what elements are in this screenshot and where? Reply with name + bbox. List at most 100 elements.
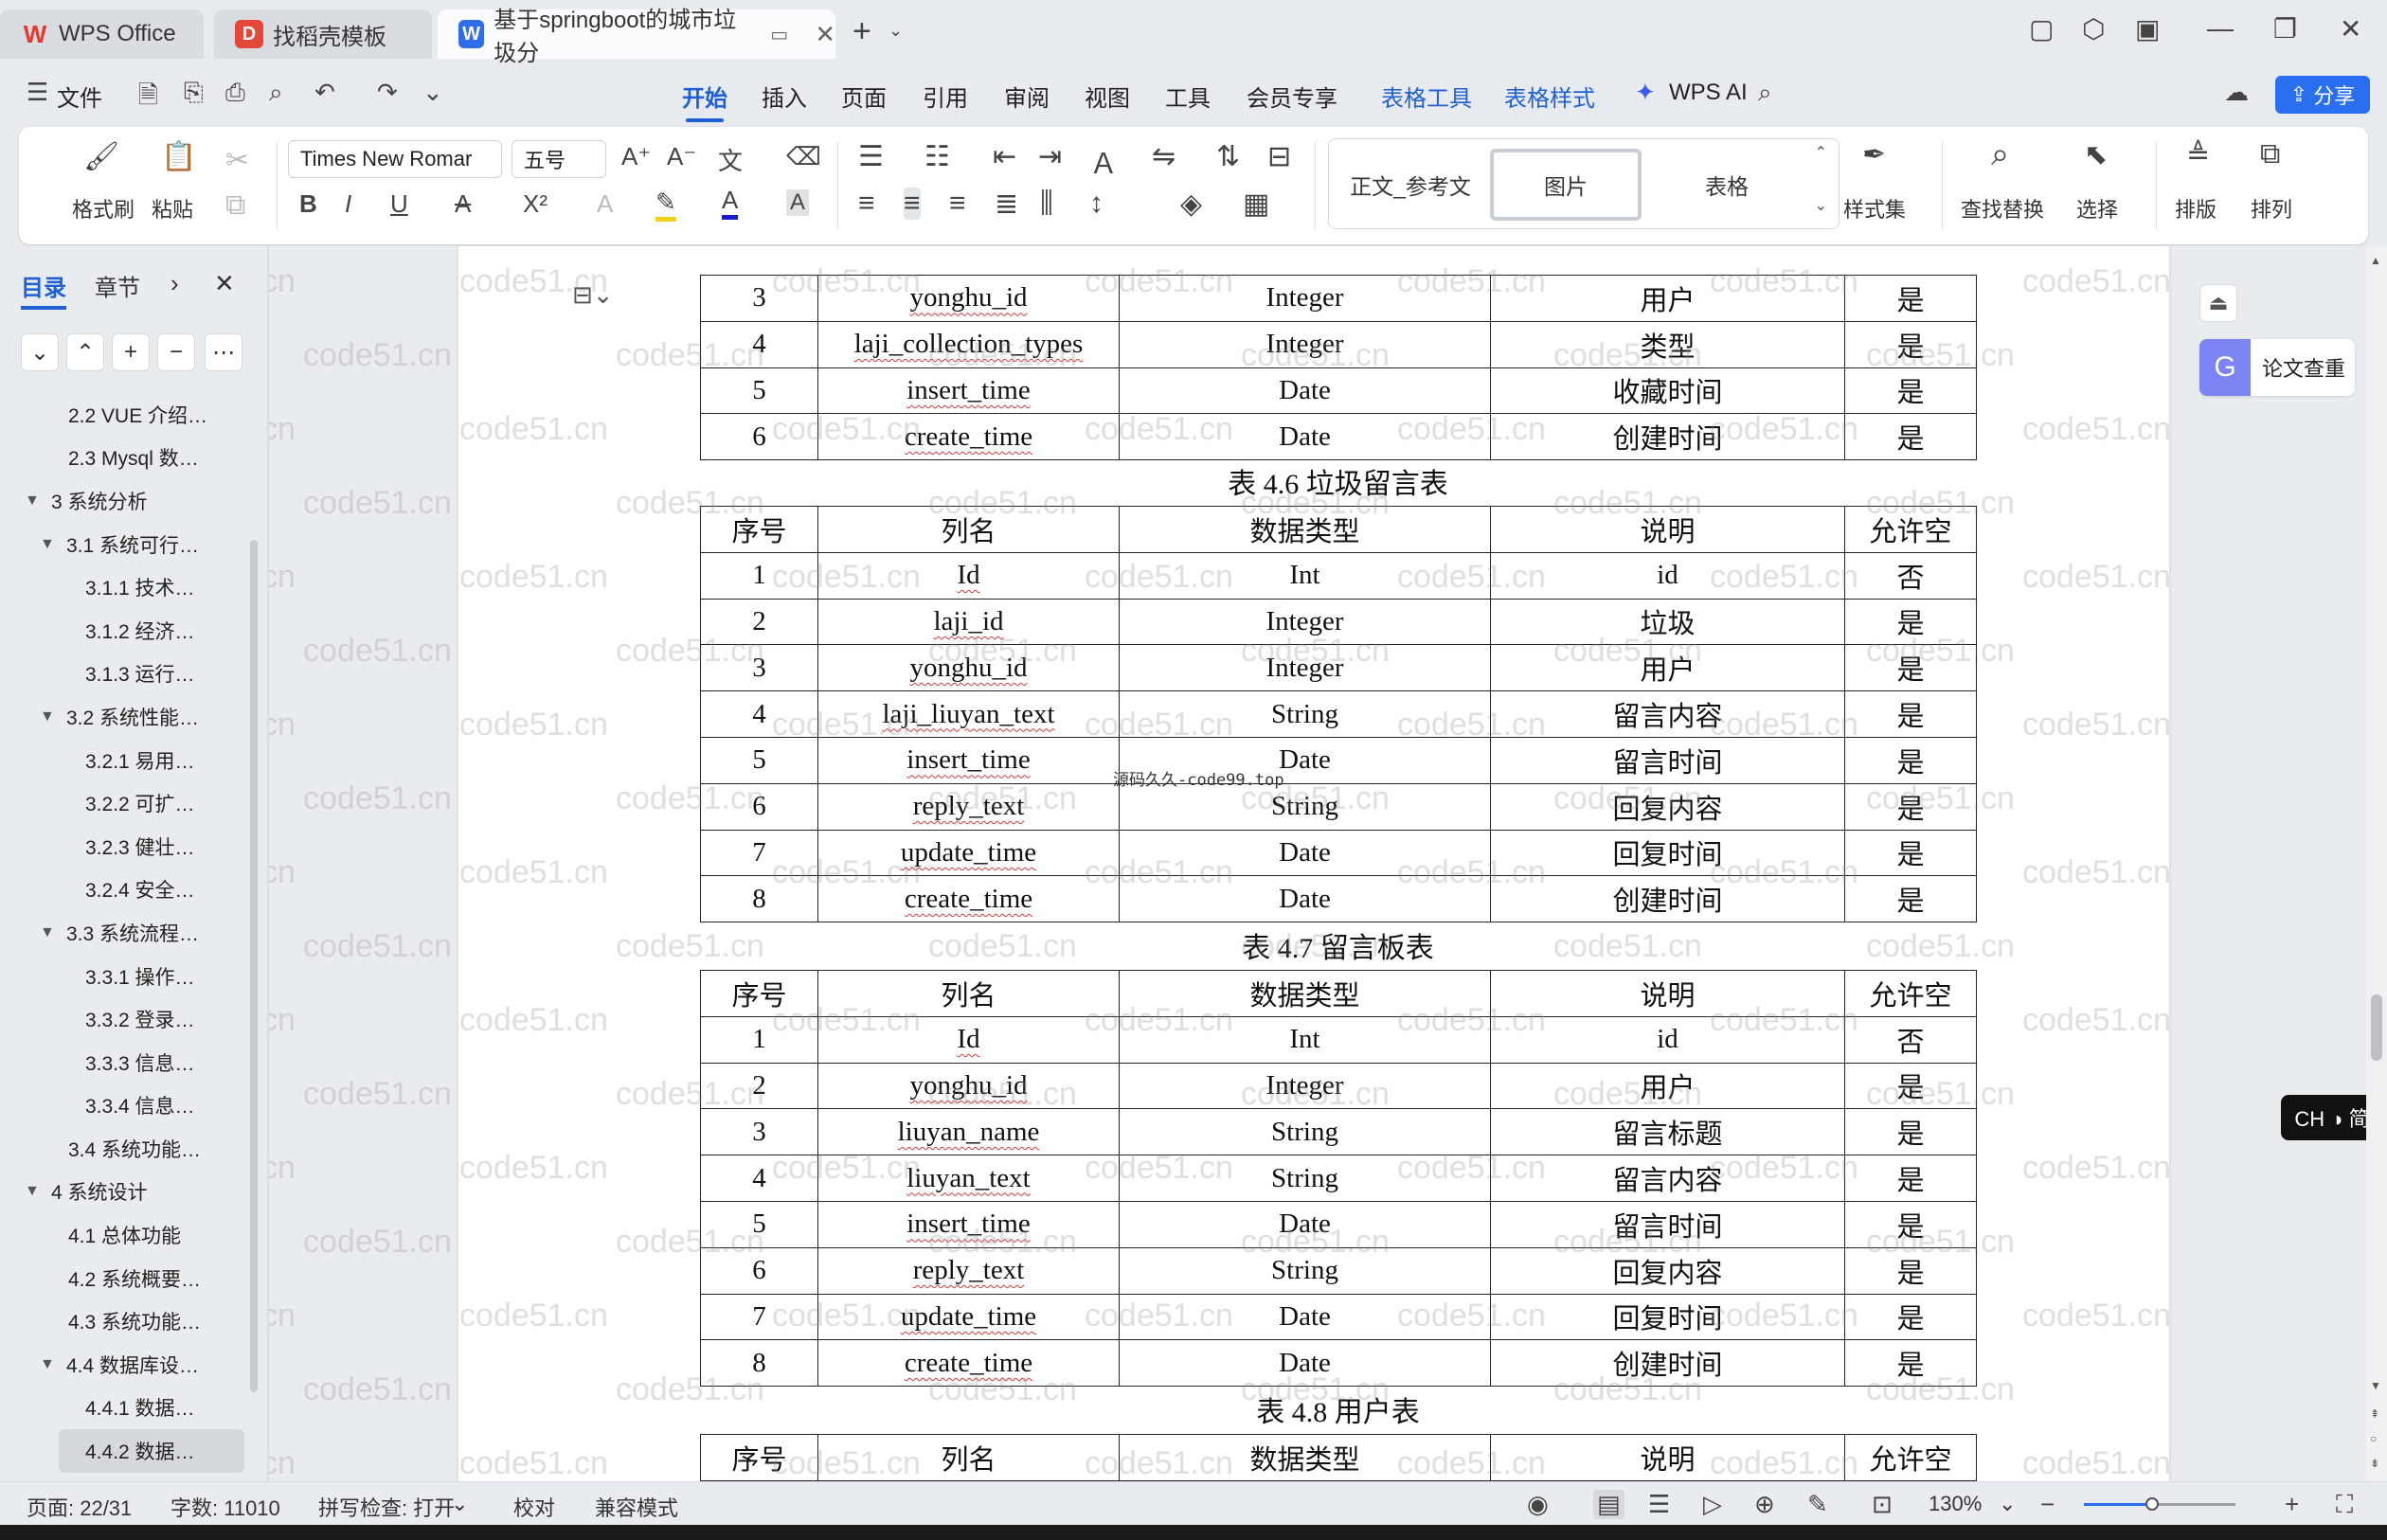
toc-item[interactable]: ▼ 3 系统分析 bbox=[0, 479, 248, 523]
zoom-in-icon[interactable]: + bbox=[2285, 1490, 2299, 1519]
bold-icon[interactable]: B bbox=[299, 189, 317, 219]
scroll-thumb[interactable] bbox=[2371, 994, 2382, 1061]
table-cell[interactable]: Id bbox=[817, 551, 1120, 600]
table-cell[interactable]: Date bbox=[1119, 367, 1491, 415]
table-cell[interactable]: 用户 bbox=[1490, 275, 1845, 322]
numbered-list-icon[interactable]: ☷ bbox=[924, 140, 950, 173]
toc-item[interactable]: ▼ 3.1 系统可行… bbox=[0, 523, 248, 566]
next-page-icon[interactable]: ⇟ bbox=[2370, 1457, 2379, 1470]
find-replace-label[interactable]: 查找替换 bbox=[1961, 193, 2044, 224]
table-cell[interactable]: yonghu_id bbox=[817, 644, 1120, 692]
table-cell[interactable]: 5 bbox=[700, 367, 818, 415]
chevron-down-icon[interactable]: ⌄ bbox=[422, 78, 443, 107]
new-tab-icon[interactable]: + bbox=[852, 13, 871, 50]
close-tab-icon[interactable]: ✕ bbox=[815, 20, 835, 49]
table-header-cell[interactable]: 说明 bbox=[1490, 506, 1845, 553]
table-cell[interactable]: liuyan_name bbox=[817, 1108, 1120, 1156]
table-cell[interactable]: 用户 bbox=[1490, 1062, 1845, 1110]
table-header-cell[interactable]: 数据类型 bbox=[1119, 1434, 1491, 1481]
print-icon[interactable]: ⎙ bbox=[225, 78, 245, 108]
toc-item[interactable]: 3.3.4 信息… bbox=[0, 1084, 248, 1128]
sort-icon[interactable]: ⇅ bbox=[1216, 140, 1240, 173]
table-cell[interactable]: 留言时间 bbox=[1490, 736, 1845, 784]
toc-item[interactable]: 3.3.2 登录… bbox=[0, 997, 248, 1041]
print-preview-icon[interactable]: ⌕ bbox=[269, 78, 283, 108]
toc-item[interactable]: 3.4 系统功能… bbox=[0, 1127, 248, 1171]
table-cell[interactable]: 是 bbox=[1844, 644, 1977, 692]
copy-icon[interactable]: ⧉ bbox=[225, 189, 245, 222]
table-cell[interactable]: 5 bbox=[700, 1200, 818, 1248]
toc-item[interactable]: 3.2.1 易用… bbox=[0, 739, 248, 782]
toc-item[interactable]: ▼ 4 系统设计 bbox=[0, 1171, 248, 1214]
table-cell[interactable]: Date bbox=[1119, 413, 1491, 461]
table-cell[interactable]: Date bbox=[1119, 1339, 1491, 1388]
table-cell[interactable]: 6 bbox=[700, 413, 818, 461]
export-icon[interactable]: ⎘ bbox=[184, 78, 204, 108]
toc-item[interactable]: ▼ 4.4 数据库设… bbox=[0, 1343, 248, 1387]
table-header-cell[interactable]: 列名 bbox=[817, 1434, 1120, 1481]
menu-file[interactable]: 文件 bbox=[57, 80, 102, 113]
table-cell[interactable]: Date bbox=[1119, 1200, 1491, 1248]
table-cell[interactable]: 是 bbox=[1844, 829, 1977, 877]
table-cell[interactable]: Integer bbox=[1119, 1062, 1491, 1110]
align-left-icon[interactable]: ≡ bbox=[858, 188, 875, 220]
toc-item[interactable]: 3.1.3 运行… bbox=[0, 653, 248, 696]
toc-item[interactable]: 3.2.4 安全… bbox=[0, 868, 248, 912]
table-header-cell[interactable]: 允许空 bbox=[1844, 1434, 1977, 1481]
collapse-sidebar-icon[interactable]: ⏏ bbox=[2199, 284, 2237, 322]
pen-icon[interactable]: ✎ bbox=[1807, 1490, 1828, 1519]
more-icon[interactable]: ⋯ bbox=[205, 333, 242, 371]
table-cell[interactable]: Date bbox=[1119, 829, 1491, 877]
toc-item[interactable]: 4.4.1 数据… bbox=[0, 1387, 248, 1430]
toc-item[interactable]: 3.3.1 操作… bbox=[0, 955, 248, 998]
table-cell[interactable]: 垃圾 bbox=[1490, 598, 1845, 646]
add-heading-icon[interactable]: + bbox=[112, 333, 150, 371]
table-cell[interactable]: Integer bbox=[1119, 275, 1491, 322]
hamburger-icon[interactable]: ☰ bbox=[27, 78, 48, 107]
table-cell[interactable]: 回复时间 bbox=[1490, 829, 1845, 877]
table-cell[interactable]: create_time bbox=[817, 875, 1120, 923]
table-cell[interactable]: Integer bbox=[1119, 598, 1491, 646]
select-icon[interactable]: ⬉ bbox=[2084, 138, 2108, 171]
table-cell[interactable]: 7 bbox=[700, 1293, 818, 1341]
expand-arrow-icon[interactable]: ▼ bbox=[40, 1356, 55, 1373]
share-button[interactable]: ⇪ 分享 bbox=[2275, 76, 2370, 114]
table-header-cell[interactable]: 数据类型 bbox=[1119, 506, 1491, 553]
table-cell[interactable]: liuyan_text bbox=[817, 1155, 1120, 1202]
zoom-out-icon[interactable]: − bbox=[2040, 1490, 2055, 1519]
style-image[interactable]: 图片 bbox=[1490, 149, 1642, 221]
table-cell[interactable]: 4 bbox=[700, 690, 818, 738]
table-cell[interactable]: 是 bbox=[1844, 1246, 1977, 1295]
shading-icon[interactable]: ◈ bbox=[1180, 188, 1202, 221]
table-cell[interactable]: 是 bbox=[1844, 1155, 1977, 1202]
table-cell[interactable]: String bbox=[1119, 1246, 1491, 1295]
table-cell[interactable]: yonghu_id bbox=[817, 275, 1120, 322]
toc-item[interactable]: 3.1.2 经济… bbox=[0, 609, 248, 653]
line-spacing-icon[interactable]: ↕ bbox=[1089, 188, 1104, 220]
table-cell[interactable]: create_time bbox=[817, 413, 1120, 461]
table-cell[interactable]: 是 bbox=[1844, 598, 1977, 646]
paste-label[interactable]: 粘贴 bbox=[152, 193, 193, 224]
chevron-down-icon[interactable]: ⌄ bbox=[451, 1492, 468, 1516]
text-direction-icon[interactable]: Ａ bbox=[1089, 140, 1118, 182]
save-icon[interactable]: 🗎 bbox=[138, 78, 158, 119]
table-cell[interactable]: insert_time bbox=[817, 1200, 1120, 1248]
tab-toc[interactable]: 目录 bbox=[21, 269, 66, 310]
menu-page[interactable]: 页面 bbox=[841, 80, 887, 113]
table-cell[interactable]: 是 bbox=[1844, 367, 1977, 415]
table-cell[interactable]: Integer bbox=[1119, 320, 1491, 368]
style-set-label[interactable]: 样式集 bbox=[1843, 193, 1906, 224]
table-header-cell[interactable]: 列名 bbox=[817, 970, 1120, 1017]
close-window-icon[interactable]: ✕ bbox=[2340, 13, 2361, 45]
web-view-icon[interactable]: ⊕ bbox=[1754, 1490, 1775, 1519]
fullscreen-icon[interactable]: ⛶ bbox=[2336, 1490, 2353, 1520]
typeset-label[interactable]: 排版 bbox=[2175, 193, 2216, 224]
align-center-icon[interactable]: ≡ bbox=[904, 188, 921, 220]
table-cell[interactable]: Date bbox=[1119, 1293, 1491, 1341]
chinese-layout-icon[interactable]: ⇋ bbox=[1152, 140, 1176, 173]
remove-heading-icon[interactable]: − bbox=[157, 333, 195, 371]
table-cell[interactable]: String bbox=[1119, 1108, 1491, 1156]
word-count[interactable]: 字数: 11010 bbox=[170, 1492, 280, 1522]
arrange-label[interactable]: 排列 bbox=[2251, 193, 2292, 224]
minimize-icon[interactable]: — bbox=[2207, 13, 2234, 44]
